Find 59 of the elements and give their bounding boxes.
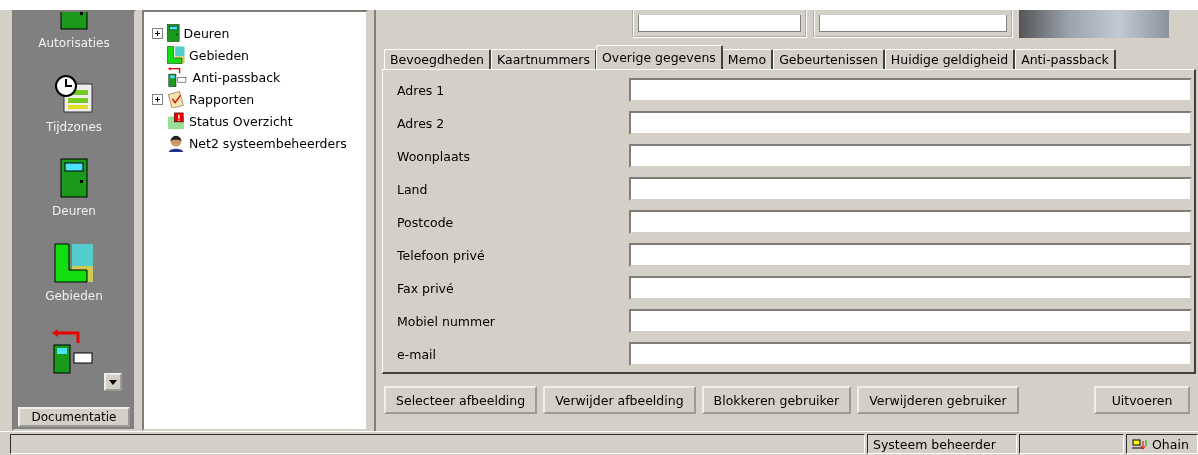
input-field[interactable] [629, 111, 1192, 135]
area-icon [167, 46, 185, 64]
action-button[interactable]: Verwijderen gebruiker [857, 386, 1019, 414]
tree-item[interactable]: Net2 systeembeheerders [189, 135, 347, 151]
run-button[interactable]: Uitvoeren [1094, 386, 1190, 414]
tab[interactable]: Gebeurtenissen [773, 49, 885, 69]
tab[interactable]: Kaartnummers [491, 49, 597, 69]
sidebar-label[interactable]: Tijdzones [45, 120, 103, 135]
status-connection: Ohain [1152, 436, 1189, 452]
caret-icon [109, 379, 117, 385]
field-label: Adres 1 [397, 82, 446, 98]
status-alert-icon [167, 112, 185, 130]
status-user: Systeem beheerder [873, 436, 996, 452]
tree-item[interactable]: Gebieden [189, 47, 250, 63]
field-label: Land [397, 181, 429, 197]
date-field[interactable] [632, 10, 807, 38]
input-field[interactable] [629, 309, 1192, 333]
door-icon [167, 24, 180, 42]
field-label: Adres 2 [397, 115, 446, 131]
field-label: Postcode [397, 214, 455, 230]
input-field[interactable] [629, 144, 1192, 168]
input-field[interactable] [629, 177, 1192, 201]
area-icon [54, 242, 94, 283]
tree-item[interactable]: Rapporten [189, 91, 255, 107]
field-label: e-mail [397, 346, 437, 362]
sidebar-label[interactable]: Autorisaties [38, 36, 110, 50]
action-button[interactable]: Blokkeren gebruiker [701, 386, 852, 414]
network-icon [1132, 438, 1148, 450]
documentation-button[interactable]: Documentatie [18, 407, 130, 427]
field-label: Telefoon privé [397, 247, 486, 263]
sidebar-label[interactable]: Gebieden [45, 288, 103, 303]
tree-item[interactable]: Deuren [183, 25, 230, 41]
field-label: Mobiel nummer [397, 313, 496, 329]
expand-icon[interactable] [152, 27, 163, 39]
clipboard-check-icon [167, 90, 185, 108]
field-label: Fax privé [397, 280, 455, 296]
input-field[interactable] [629, 210, 1192, 234]
tree-item[interactable]: Status Overzicht [189, 113, 293, 129]
tree-item[interactable]: Anti-passback [192, 69, 281, 85]
door-card-arrow-icon [167, 66, 189, 88]
input-field[interactable] [629, 78, 1192, 102]
door-icon [60, 158, 88, 199]
person-icon [167, 134, 185, 152]
input-field[interactable] [629, 243, 1192, 267]
dropdown-button[interactable] [104, 373, 122, 391]
action-button[interactable]: Verwijder afbeelding [543, 386, 696, 414]
input-field[interactable] [629, 342, 1192, 366]
sidebar-label[interactable]: Deuren [52, 204, 96, 219]
tab[interactable]: Overige gegevens [595, 45, 723, 69]
tab[interactable]: Bevoegdheden [384, 49, 492, 69]
field-label: Woonplaats [397, 148, 471, 164]
clock-calendar-icon [54, 74, 94, 115]
expand-icon[interactable] [152, 93, 163, 105]
text-field[interactable] [813, 10, 1013, 38]
tab[interactable]: Anti-passback [1015, 49, 1116, 69]
tab[interactable]: Memo [721, 49, 774, 69]
action-button[interactable]: Selecteer afbeelding [384, 386, 538, 414]
tab[interactable]: Huidige geldigheid [884, 49, 1016, 69]
input-field[interactable] [629, 276, 1192, 300]
